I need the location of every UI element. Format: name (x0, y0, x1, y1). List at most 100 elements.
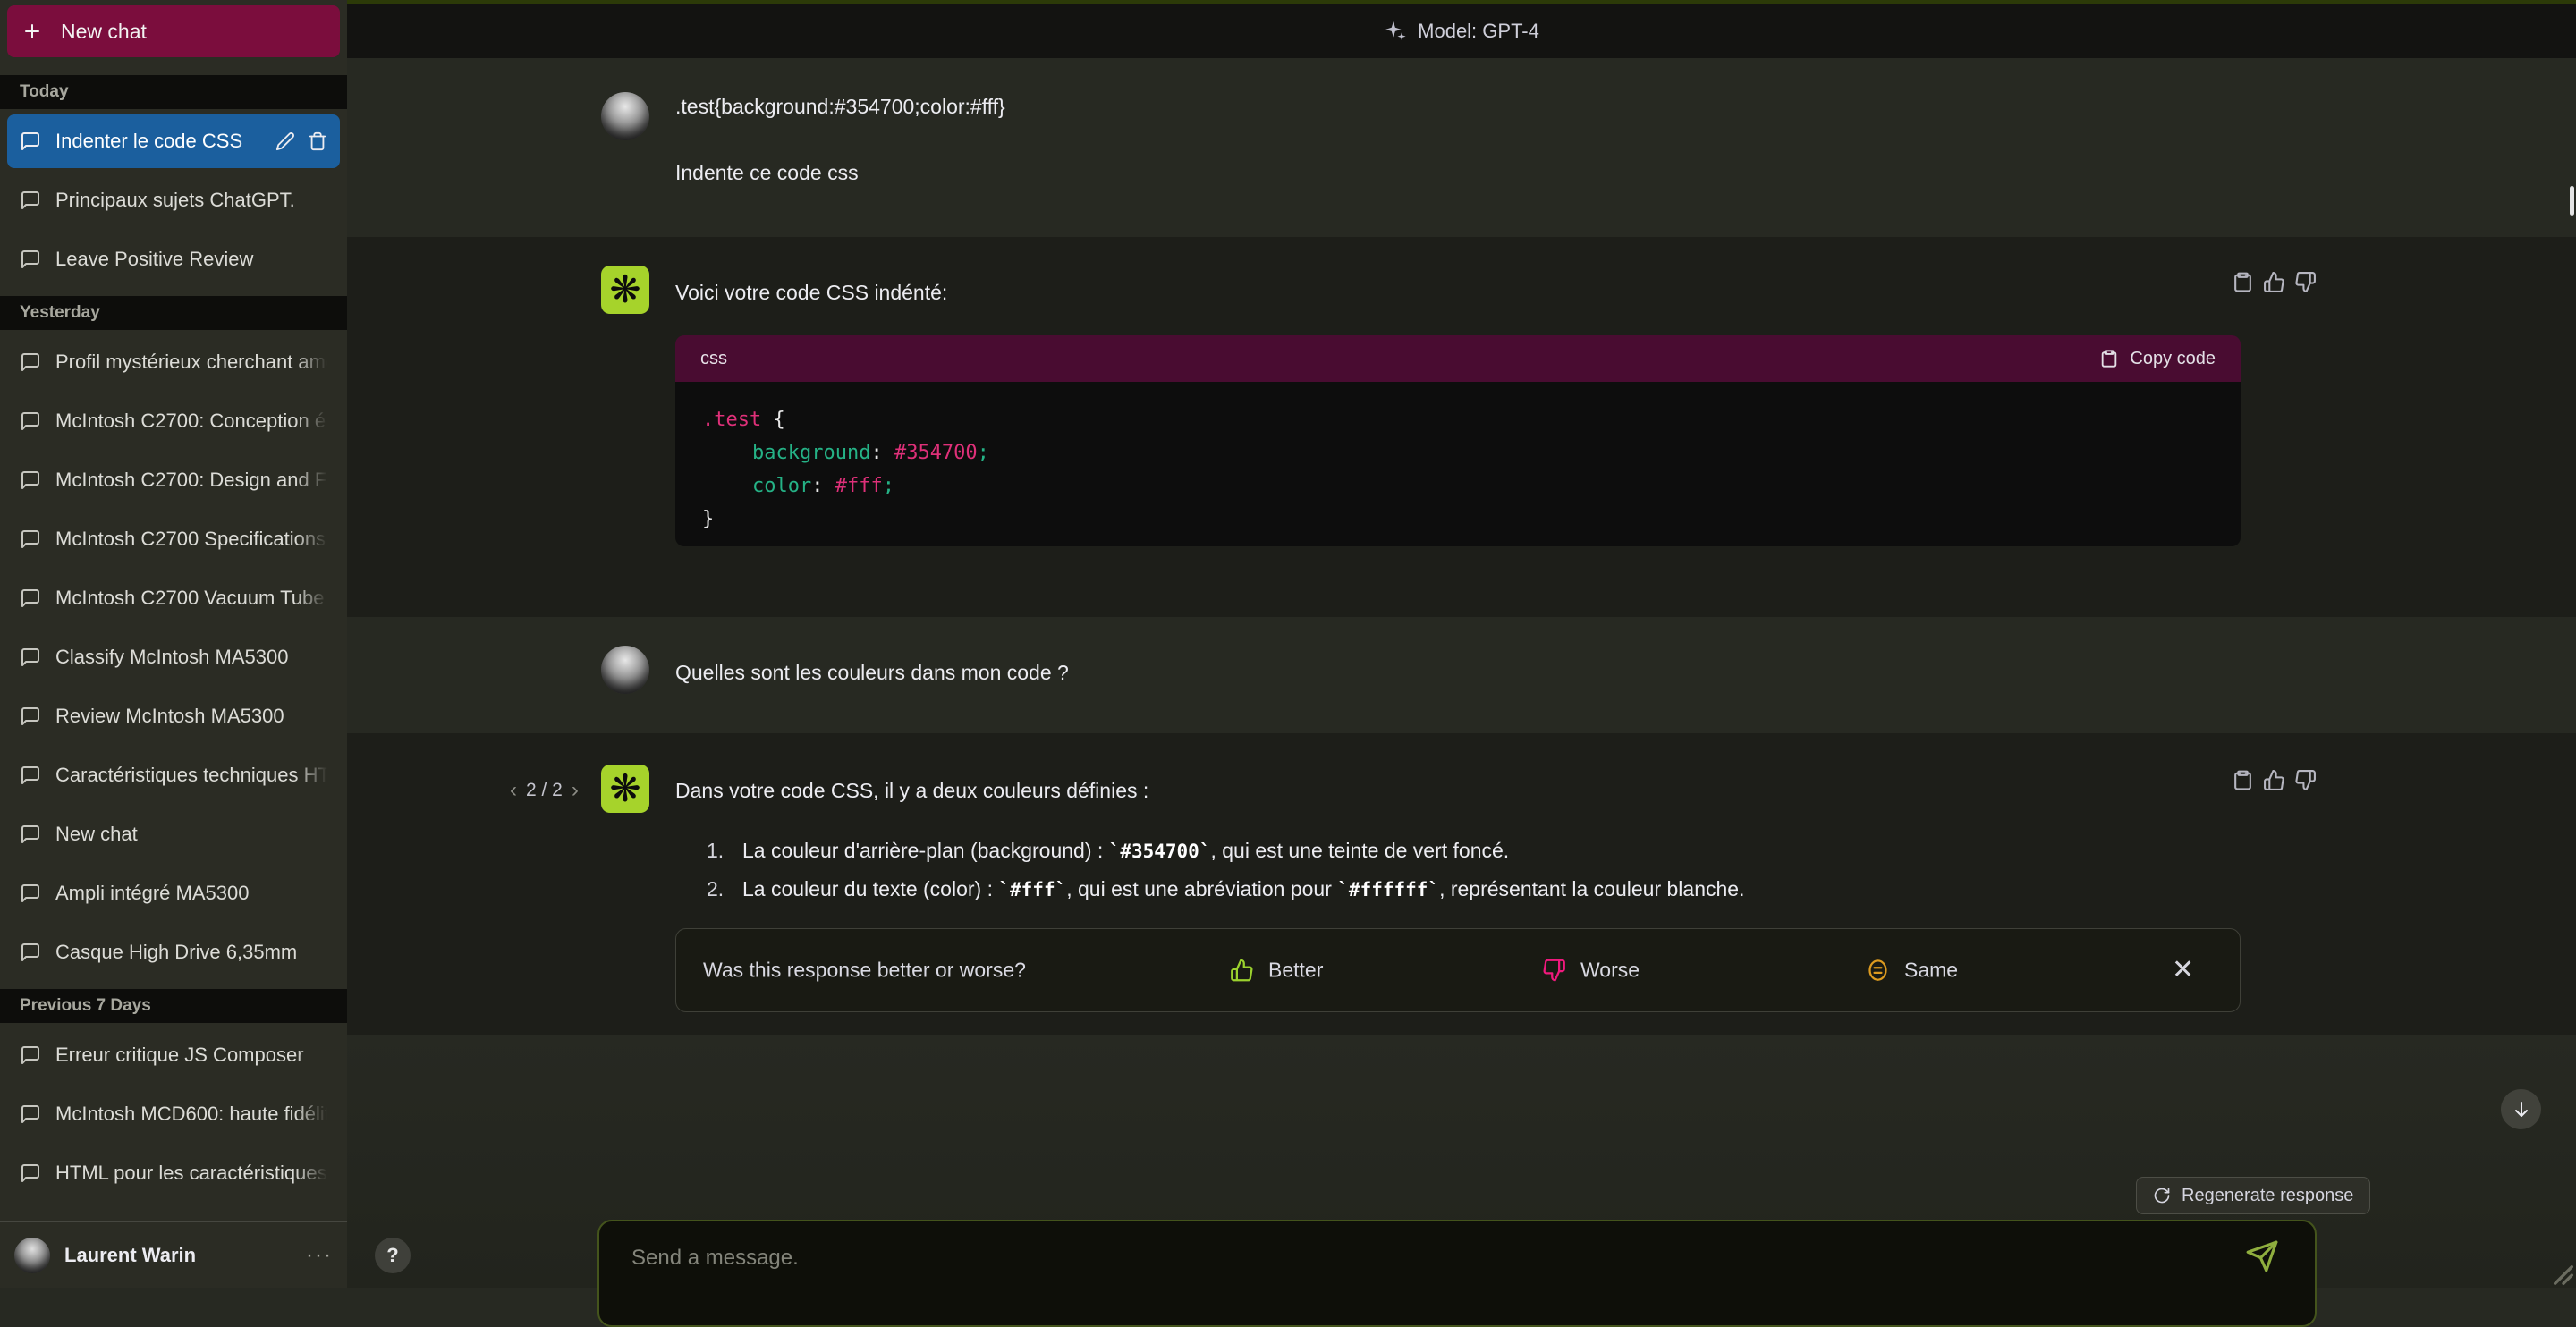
thumbs-down-icon[interactable] (2294, 271, 2317, 293)
thumbs-up-icon[interactable] (2263, 769, 2285, 791)
list-number: 1. (707, 839, 742, 863)
sidebar-item-casque-high-drive[interactable]: Casque High Drive 6,35mm (7, 926, 340, 979)
css-colon: : (870, 442, 882, 464)
css-semicolon: ; (883, 475, 894, 497)
account-row[interactable]: Laurent Warin ··· (0, 1221, 347, 1288)
sidebar-item-profil-mysterieux[interactable]: Profil mystérieux cherchant amo (7, 335, 340, 389)
send-button[interactable] (2245, 1239, 2279, 1273)
thumbs-down-icon[interactable] (2294, 769, 2317, 791)
css-property: background (752, 442, 870, 464)
copy-code-button[interactable]: Copy code (2099, 349, 2216, 369)
feedback-worse-button[interactable]: Worse (1542, 959, 1640, 983)
chevron-right-icon[interactable]: › (572, 778, 579, 803)
worse-label: Worse (1580, 959, 1640, 983)
model-label: Model: GPT-4 (1418, 20, 1539, 43)
better-label: Better (1268, 959, 1323, 983)
chat-title: Indenter le code CSS (55, 130, 261, 153)
inline-code: `#354700` (1109, 841, 1211, 862)
user-name: Laurent Warin (64, 1244, 292, 1267)
sidebar-item-erreur-js-composer[interactable]: Erreur critique JS Composer (7, 1028, 340, 1082)
inline-code: `#ffffff` (1337, 879, 1439, 900)
sidebar-item-new-chat[interactable]: New chat (7, 807, 340, 861)
chat-title: New chat (55, 823, 327, 846)
sidebar-item-review-ma5300[interactable]: Review McIntosh MA5300 (7, 689, 340, 743)
paper-plane-icon (2245, 1239, 2279, 1273)
list-text: , représentant la couleur blanche. (1439, 877, 1744, 900)
account-menu-icon[interactable]: ··· (306, 1243, 333, 1268)
thumbs-up-icon[interactable] (2263, 271, 2285, 293)
chat-bubble-icon (20, 190, 41, 211)
sidebar-item-c2700-specifications[interactable]: McIntosh C2700 Specifications U (7, 512, 340, 566)
chat-title: Profil mystérieux cherchant amo (55, 351, 327, 374)
response-pagination: ‹ 2 / 2 › (510, 778, 579, 803)
inline-code: `#fff` (998, 879, 1066, 900)
assistant-avatar: ❋ (601, 765, 649, 813)
chat-title: Casque High Drive 6,35mm (55, 941, 327, 964)
sidebar-item-leave-positive-review[interactable]: Leave Positive Review (7, 232, 340, 286)
chat-bubble-icon (20, 410, 41, 432)
chat-title: Leave Positive Review (55, 248, 327, 271)
message-composer (597, 1220, 2317, 1327)
new-chat-button[interactable]: New chat (7, 5, 340, 57)
openai-logo-icon: ❋ (609, 770, 640, 807)
sidebar-item-c2700-design[interactable]: McIntosh C2700: Design and Fea (7, 453, 340, 507)
chat-bubble-icon (20, 351, 41, 373)
help-button[interactable]: ? (375, 1238, 411, 1273)
chat-title: Principaux sujets ChatGPT. (55, 189, 327, 212)
message-actions (2232, 769, 2317, 791)
chat-title: McIntosh MCD600: haute fidélité (55, 1103, 327, 1126)
equals-circle-icon (1866, 959, 1890, 983)
sidebar-item-classify-ma5300[interactable]: Classify McIntosh MA5300 (7, 630, 340, 684)
chat-bubble-icon (20, 528, 41, 550)
regenerate-label: Regenerate response (2182, 1186, 2353, 1206)
code-block: css Copy code .test {background: #354700… (675, 335, 2241, 546)
pagination-label: 2 / 2 (526, 780, 563, 801)
chat-title: McIntosh C2700: Design and Fea (55, 469, 327, 492)
chat-title: Caractéristiques techniques HT (55, 764, 327, 787)
chat-bubble-icon (20, 647, 41, 668)
assistant-message-2: ‹ 2 / 2 › ❋ Dans votre code CSS, il y a … (347, 733, 2576, 1035)
code-language-label: css (700, 349, 727, 369)
sidebar-item-html-caracteristiques[interactable]: HTML pour les caractéristiques. (7, 1146, 340, 1200)
user-message-avatar (601, 92, 649, 140)
chat-bubble-icon (20, 883, 41, 904)
copy-icon[interactable] (2232, 271, 2254, 293)
chat-title: Classify McIntosh MA5300 (55, 646, 327, 669)
chat-row-actions (275, 131, 327, 151)
feedback-bar: Was this response better or worse? Bette… (675, 928, 2241, 1012)
new-chat-label: New chat (61, 20, 147, 44)
code-block-header: css Copy code (675, 335, 2241, 382)
sidebar-item-principaux-sujets[interactable]: Principaux sujets ChatGPT. (7, 173, 340, 227)
chat-title: HTML pour les caractéristiques. (55, 1162, 327, 1185)
sidebar-item-indenter-le-code-css[interactable]: Indenter le code CSS (7, 114, 340, 168)
sidebar-item-c2700-conception[interactable]: McIntosh C2700: Conception élé (7, 394, 340, 448)
assistant-intro-text: Dans votre code CSS, il y a deux couleur… (675, 776, 1148, 805)
sidebar-item-mcd600[interactable]: McIntosh MCD600: haute fidélité (7, 1087, 340, 1141)
copy-icon[interactable] (2232, 769, 2254, 791)
list-text: La couleur d'arrière-plan (background) : (742, 839, 1109, 862)
chevron-left-icon[interactable]: ‹ (510, 778, 517, 803)
scrollbar-thumb[interactable] (2570, 186, 2574, 216)
sidebar-item-caracteristiques-ht[interactable]: Caractéristiques techniques HT (7, 748, 340, 802)
message-input[interactable] (630, 1239, 2207, 1277)
assistant-avatar: ❋ (601, 266, 649, 314)
list-text: , qui est une teinte de vert foncé. (1210, 839, 1509, 862)
sidebar-item-c2700-vacuum-tube[interactable]: McIntosh C2700 Vacuum Tube (7, 571, 340, 625)
thumbs-up-icon (1230, 959, 1254, 983)
feedback-same-button[interactable]: Same (1866, 959, 1958, 983)
chat-title: McIntosh C2700 Vacuum Tube (55, 587, 327, 610)
plus-icon (21, 21, 43, 42)
close-icon[interactable]: ✕ (2172, 957, 2194, 984)
sidebar-item-ampli-ma5300[interactable]: Ampli intégré MA5300 (7, 866, 340, 920)
section-header-previous-7-days: Previous 7 Days (0, 989, 347, 1023)
edit-pencil-icon[interactable] (275, 131, 295, 151)
feedback-better-button[interactable]: Better (1230, 959, 1323, 983)
list-item: 2.La couleur du texte (color) : `#fff`, … (707, 877, 1744, 901)
trash-icon[interactable] (308, 131, 327, 151)
chat-bubble-icon (20, 587, 41, 609)
list-number: 2. (707, 877, 742, 901)
chat-title: McIntosh C2700: Conception élé (55, 410, 327, 433)
regenerate-response-button[interactable]: Regenerate response (2136, 1177, 2370, 1214)
chat-bubble-icon (20, 942, 41, 963)
scroll-to-bottom-button[interactable] (2501, 1089, 2541, 1129)
